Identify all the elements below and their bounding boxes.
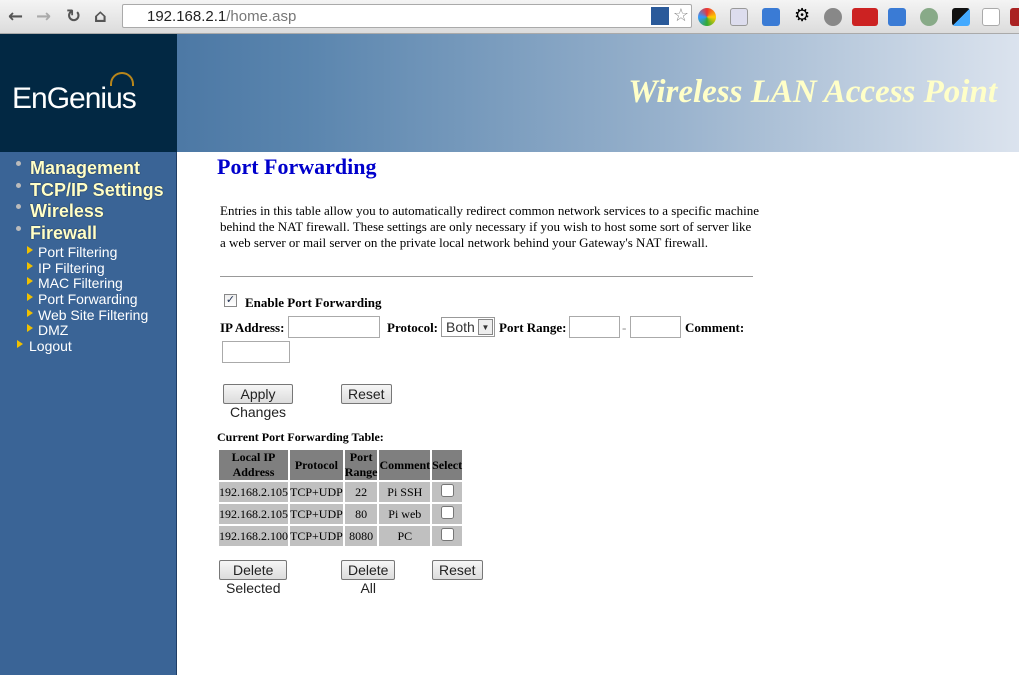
mail-icon[interactable] xyxy=(762,8,780,26)
ip-address-input[interactable] xyxy=(288,316,380,338)
extension-icon[interactable] xyxy=(1010,8,1019,26)
reload-icon[interactable]: ↻ xyxy=(66,6,81,27)
cell-comment: PC xyxy=(379,526,431,546)
cell-select xyxy=(432,526,463,546)
forward-icon[interactable]: → xyxy=(36,6,51,27)
cell-comment: Pi SSH xyxy=(379,482,431,502)
page-description: Entries in this table allow you to autom… xyxy=(220,203,759,250)
cell-port-range: 80 xyxy=(344,504,378,524)
sidebar: Management TCP/IP Settings Wireless Fire… xyxy=(0,152,177,675)
reset-button[interactable]: Reset xyxy=(341,384,392,404)
back-icon[interactable]: ← xyxy=(8,6,23,27)
comment-label: Comment: xyxy=(685,320,745,335)
bug-icon[interactable] xyxy=(824,8,842,26)
protocol-label: Protocol: xyxy=(387,320,439,335)
protocol-value: Both xyxy=(446,319,475,335)
sidebar-item-wireless[interactable]: Wireless xyxy=(0,201,176,223)
home-icon[interactable]: ⌂ xyxy=(94,6,107,27)
address-bar[interactable]: 192.168.2.1/home.asp ☆ xyxy=(122,4,692,28)
sidebar-item-firewall[interactable]: Firewall xyxy=(0,223,176,245)
cell-ip: 192.168.2.105 xyxy=(219,482,288,502)
column-header: Port Range xyxy=(344,450,378,480)
picasa-icon[interactable] xyxy=(698,8,716,26)
gear-icon[interactable]: ⚙ xyxy=(794,5,812,25)
sidebar-item-management[interactable]: Management xyxy=(0,158,176,180)
url-host: 192.168.2.1 xyxy=(147,8,227,25)
extension-icon[interactable] xyxy=(730,8,748,26)
cell-port-range: 22 xyxy=(344,482,378,502)
bookmark-star-icon[interactable]: ☆ xyxy=(673,5,689,26)
table-row: 192.168.2.100 TCP+UDP 8080 PC xyxy=(219,526,463,546)
new-badge-icon[interactable] xyxy=(852,8,878,26)
range-dash: - xyxy=(622,320,627,335)
cell-protocol: TCP+UDP xyxy=(290,526,343,546)
cell-select xyxy=(432,482,463,502)
table-title: Current Port Forwarding Table: xyxy=(217,430,384,444)
enable-label: Enable Port Forwarding xyxy=(245,295,382,310)
header-banner: EnGenius Wireless LAN Access Point xyxy=(0,34,1019,152)
sidebar-item-port-forwarding[interactable]: Port Forwarding xyxy=(0,291,176,307)
port-range-from-input[interactable] xyxy=(569,316,620,338)
sidebar-item-dmz[interactable]: DMZ xyxy=(0,322,176,338)
comment-input[interactable] xyxy=(222,341,290,363)
sidebar-item-ip-filtering[interactable]: IP Filtering xyxy=(0,260,176,276)
cell-comment: Pi web xyxy=(379,504,431,524)
column-header: Local IP Address xyxy=(219,450,288,480)
cell-ip: 192.168.2.105 xyxy=(219,504,288,524)
extension-icon[interactable] xyxy=(982,8,1000,26)
table-row: 192.168.2.105 TCP+UDP 80 Pi web xyxy=(219,504,463,524)
engenius-logo: EnGenius xyxy=(0,34,177,152)
select-checkbox[interactable] xyxy=(440,483,454,497)
extension-icon[interactable] xyxy=(952,8,970,26)
table-header: Local IP Address Protocol Port Range Com… xyxy=(219,450,463,480)
logo-text: EnGenius xyxy=(12,82,137,115)
select-checkbox[interactable] xyxy=(440,505,454,519)
column-header: Select xyxy=(432,450,463,480)
port-range-label: Port Range: xyxy=(499,320,567,335)
cell-protocol: TCP+UDP xyxy=(290,482,343,502)
column-header: Comment xyxy=(379,450,431,480)
table-row: 192.168.2.105 TCP+UDP 22 Pi SSH xyxy=(219,482,463,502)
delete-selected-button[interactable]: Delete Selected xyxy=(219,560,288,596)
google-translate-icon[interactable] xyxy=(888,8,906,26)
sidebar-item-port-filtering[interactable]: Port Filtering xyxy=(0,244,176,260)
protocol-select[interactable]: Both ▼ xyxy=(441,317,495,337)
enable-port-forwarding-checkbox[interactable]: ✓ xyxy=(224,294,237,307)
table-reset-button[interactable]: Reset xyxy=(432,560,483,580)
sidebar-item-logout[interactable]: Logout xyxy=(0,338,176,354)
delete-all-button[interactable]: Delete All xyxy=(341,560,396,596)
sidebar-item-web-site-filtering[interactable]: Web Site Filtering xyxy=(0,307,176,323)
sidebar-item-tcpip[interactable]: TCP/IP Settings xyxy=(0,180,176,202)
search-icon[interactable] xyxy=(920,8,938,26)
chevron-down-icon: ▼ xyxy=(478,319,493,335)
apply-changes-button[interactable]: Apply Changes xyxy=(223,384,294,420)
browser-toolbar: ← → ↻ ⌂ 192.168.2.1/home.asp ☆ ⚙ xyxy=(0,0,1019,34)
select-checkbox[interactable] xyxy=(440,527,454,541)
cell-select xyxy=(432,504,463,524)
port-forwarding-table: Local IP Address Protocol Port Range Com… xyxy=(217,448,464,548)
sidebar-item-mac-filtering[interactable]: MAC Filtering xyxy=(0,275,176,291)
extension-icon[interactable] xyxy=(651,7,669,25)
cell-port-range: 8080 xyxy=(344,526,378,546)
url-path: /home.asp xyxy=(226,8,297,25)
port-range-to-input[interactable] xyxy=(630,316,681,338)
divider xyxy=(220,276,753,277)
cell-ip: 192.168.2.100 xyxy=(219,526,288,546)
cell-protocol: TCP+UDP xyxy=(290,504,343,524)
page-title: Port Forwarding xyxy=(217,154,377,179)
ip-address-label: IP Address: xyxy=(220,320,285,335)
banner-title: Wireless LAN Access Point xyxy=(628,74,997,110)
column-header: Protocol xyxy=(290,450,343,480)
